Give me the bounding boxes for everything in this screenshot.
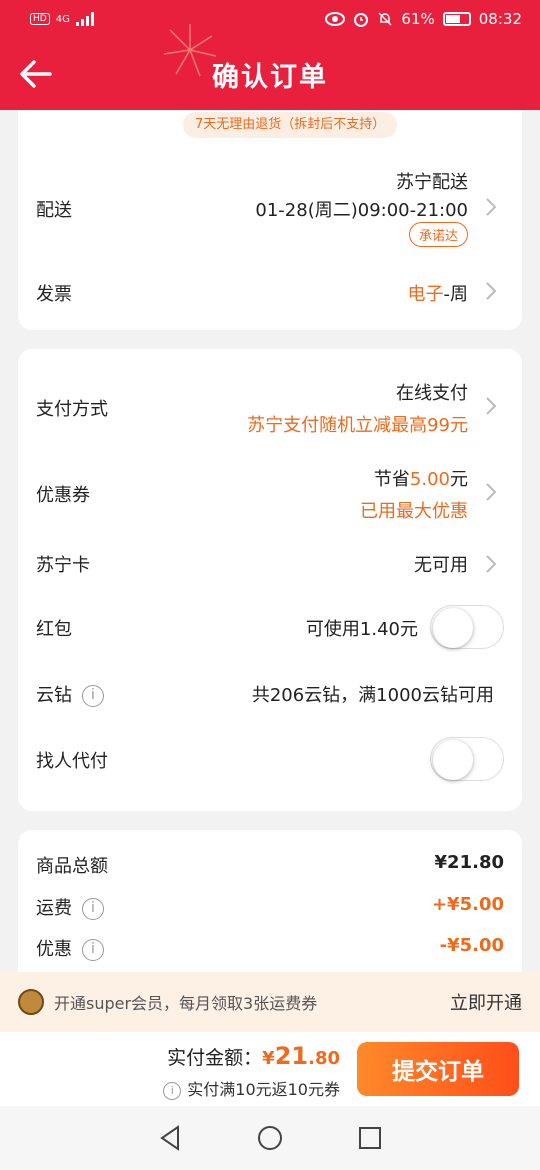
cloud-diamond-label-text: 云钻 bbox=[36, 685, 72, 706]
cloud-diamond-label: 云钻 i bbox=[36, 681, 104, 707]
shipping-label: 运费 i bbox=[36, 894, 104, 920]
submit-order-button[interactable]: 提交订单 bbox=[357, 1042, 519, 1096]
invoice-type: 电子 bbox=[407, 284, 444, 305]
red-packet-toggle[interactable] bbox=[430, 605, 504, 649]
delivery-label: 配送 bbox=[36, 200, 72, 221]
discount-label-text: 优惠 bbox=[36, 939, 72, 960]
info-icon[interactable]: i bbox=[163, 1081, 182, 1100]
back-arrow-icon[interactable] bbox=[18, 56, 54, 92]
total-currency: ¥ bbox=[262, 1048, 275, 1069]
delivery-slot: 01-28(周二)09:00-21:00 bbox=[255, 200, 468, 221]
invoice-label: 发票 bbox=[36, 284, 72, 305]
discount-value: -¥5.00 bbox=[439, 935, 504, 956]
delivery-provider: 苏宁配送 bbox=[396, 172, 468, 193]
pay-for-me-label: 找人代付 bbox=[36, 751, 108, 772]
pay-for-me-toggle[interactable] bbox=[430, 737, 504, 781]
payment-method-label: 支付方式 bbox=[36, 399, 108, 420]
goods-total-value: ¥21.80 bbox=[434, 852, 504, 873]
payment-method-value: 在线支付 bbox=[396, 383, 468, 404]
vip-crown-icon bbox=[18, 989, 44, 1015]
red-packet-label: 红包 bbox=[36, 619, 72, 640]
firework-decoration-icon bbox=[163, 24, 217, 77]
chevron-right-icon bbox=[486, 397, 497, 415]
open-membership-link[interactable]: 立即开通 bbox=[450, 989, 522, 1015]
goods-total-label: 商品总额 bbox=[36, 856, 108, 877]
shipping-value: +¥5.00 bbox=[431, 894, 504, 915]
payment-promo: 苏宁支付随机立减最高99元 bbox=[247, 415, 468, 436]
coupon-note: 已用最大优惠 bbox=[360, 501, 468, 522]
coupon-save-prefix: 节省 bbox=[373, 469, 410, 490]
toggle-knob bbox=[433, 740, 473, 780]
system-nav-bar bbox=[0, 1106, 540, 1170]
goods-total-row: 商品总额 ¥21.80 bbox=[18, 850, 522, 880]
delivery-promise-badge: 承诺达 bbox=[408, 222, 468, 247]
delivery-row[interactable]: 配送 苏宁配送 01-28(周二)09:00-21:00 承诺达 bbox=[18, 166, 522, 254]
suning-card-label: 苏宁卡 bbox=[36, 555, 90, 576]
coupon-save-suffix: 元 bbox=[450, 469, 468, 490]
suning-card-value: 无可用 bbox=[414, 555, 468, 576]
clock: 08:32 bbox=[478, 10, 522, 28]
chevron-right-icon bbox=[486, 282, 497, 300]
coupon-label: 优惠券 bbox=[36, 485, 90, 506]
chevron-right-icon bbox=[486, 555, 497, 573]
battery-icon bbox=[442, 12, 471, 26]
suning-card-row[interactable]: 苏宁卡 无可用 bbox=[18, 549, 522, 579]
coupon-row[interactable]: 优惠券 节省5.00元 已用最大优惠 bbox=[18, 463, 522, 523]
shipping-label-text: 运费 bbox=[36, 898, 72, 919]
total-label: 实付金额： bbox=[167, 1047, 263, 1069]
chevron-right-icon bbox=[486, 483, 497, 501]
invoice-row[interactable]: 发票 电子-周 bbox=[18, 276, 522, 316]
promo-text: 开通super会员，每月领取3张运费券 bbox=[54, 994, 318, 1013]
info-icon[interactable]: i bbox=[82, 685, 104, 707]
battery-percent: 61% bbox=[401, 10, 435, 28]
total-integer: 21 bbox=[274, 1042, 309, 1070]
status-bar: HD 4G 61% 08:32 bbox=[0, 0, 540, 38]
eye-icon bbox=[325, 12, 346, 26]
recents-square-icon[interactable] bbox=[358, 1126, 382, 1150]
return-policy-badge: 7天无理由退货（拆封后不支持） bbox=[183, 112, 398, 138]
status-left: HD 4G bbox=[30, 12, 94, 26]
discount-row: 优惠 i -¥5.00 bbox=[18, 933, 522, 963]
invoice-rest: -周 bbox=[443, 284, 469, 305]
chevron-right-icon bbox=[486, 198, 497, 216]
summary-card: 商品总额 ¥21.80 运费 i +¥5.00 优惠 i -¥5.00 bbox=[18, 830, 522, 990]
rebate-line: i 实付满10元返10元券 bbox=[163, 1076, 340, 1100]
status-right: 61% 08:32 bbox=[325, 10, 522, 28]
toggle-knob bbox=[433, 608, 473, 648]
red-packet-value: 可使用1.40元 bbox=[305, 619, 418, 640]
coupon-save-amount: 5.00 bbox=[409, 469, 450, 490]
alarm-icon bbox=[354, 13, 369, 27]
total-line: 实付金额：¥21.80 bbox=[167, 1042, 340, 1070]
hd-icon: HD bbox=[30, 13, 50, 25]
super-member-promo[interactable]: 开通super会员，每月领取3张运费券 立即开通 bbox=[0, 972, 540, 1032]
signal-icon bbox=[75, 12, 94, 26]
payment-card: 支付方式 在线支付 苏宁支付随机立减最高99元 优惠券 节省5.00元 已用最大… bbox=[18, 349, 522, 811]
pay-for-me-row: 找人代付 bbox=[18, 737, 522, 781]
home-circle-icon[interactable] bbox=[257, 1125, 283, 1151]
delivery-card: 7天无理由退货（拆封后不支持） 配送 苏宁配送 01-28(周二)09:00-2… bbox=[18, 110, 522, 330]
page-header: 确认订单 bbox=[0, 24, 540, 110]
checkout-bar: 实付金额：¥21.80 i 实付满10元返10元券 提交订单 bbox=[0, 1032, 540, 1106]
signal-type: 4G bbox=[55, 13, 70, 25]
total-decimal: .80 bbox=[308, 1048, 340, 1069]
page-title: 确认订单 bbox=[212, 61, 328, 93]
coupon-saving: 节省5.00元 bbox=[374, 465, 468, 491]
info-icon[interactable]: i bbox=[82, 898, 104, 920]
info-icon[interactable]: i bbox=[82, 939, 104, 961]
red-packet-row: 红包 可使用1.40元 bbox=[18, 605, 522, 649]
payment-method-row[interactable]: 支付方式 在线支付 苏宁支付随机立减最高99元 bbox=[18, 377, 522, 437]
shipping-row: 运费 i +¥5.00 bbox=[18, 892, 522, 922]
cloud-diamond-value: 共206云钻，满1000云钻可用 bbox=[251, 685, 494, 706]
cloud-diamond-row: 云钻 i 共206云钻，满1000云钻可用 bbox=[18, 677, 522, 711]
rebate-text: 实付满10元返10元券 bbox=[187, 1080, 340, 1099]
back-triangle-icon[interactable] bbox=[158, 1125, 182, 1151]
invoice-value: 电子-周 bbox=[408, 280, 469, 306]
mute-bell-icon bbox=[378, 12, 392, 26]
discount-label: 优惠 i bbox=[36, 935, 104, 961]
